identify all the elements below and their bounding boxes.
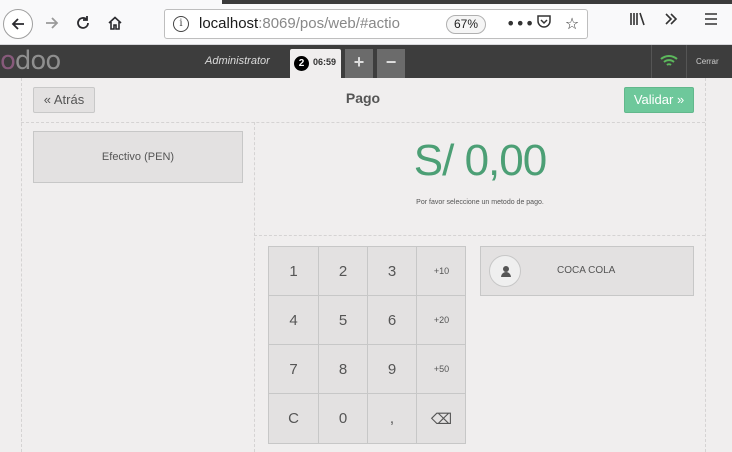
backspace-icon[interactable]: ⌫ xyxy=(417,394,466,443)
numpad-key-plus50[interactable]: +50 xyxy=(417,345,466,394)
forward-icon xyxy=(46,17,59,29)
customer-name: COCA COLA xyxy=(557,265,616,276)
pos-topbar: odoo Administrator 2 06:59 + − Cerrar xyxy=(0,45,732,78)
validate-button[interactable]: Validar » xyxy=(624,87,694,113)
payment-hint: Por favor seleccione un metodo de pago. xyxy=(416,199,544,206)
divider xyxy=(705,78,706,452)
back-button[interactable]: « Atrás xyxy=(33,87,95,113)
delete-order-button[interactable]: − xyxy=(377,49,405,78)
divider xyxy=(686,45,687,78)
home-icon xyxy=(108,16,122,30)
numpad-key-4[interactable]: 4 xyxy=(269,296,319,345)
order-number-badge: 2 xyxy=(294,56,309,71)
numpad-key-comma[interactable]: , xyxy=(368,394,417,443)
url-path: :8069/pos/web/#actio xyxy=(258,15,400,32)
numpad-key-7[interactable]: 7 xyxy=(269,345,319,394)
numpad-key-0[interactable]: 0 xyxy=(319,394,368,443)
payment-screen: « Atrás Pago Validar » Efectivo (PEN) S/… xyxy=(0,78,732,452)
library-icon[interactable] xyxy=(627,11,649,33)
odoo-logo: odoo xyxy=(0,46,61,76)
numpad-key-8[interactable]: 8 xyxy=(319,345,368,394)
back-button[interactable] xyxy=(3,9,33,39)
star-icon[interactable]: ☆ xyxy=(561,13,583,35)
browser-toolbar: i localhost:8069/pos/web/#actio 67% ••• … xyxy=(0,0,732,45)
reload-icon xyxy=(77,16,89,29)
info-icon[interactable]: i xyxy=(173,16,189,32)
overflow-icon[interactable] xyxy=(660,11,682,33)
new-order-button[interactable]: + xyxy=(345,49,373,78)
numpad-key-plus10[interactable]: +10 xyxy=(417,247,466,296)
zoom-badge[interactable]: 67% xyxy=(446,15,486,34)
menu-icon[interactable] xyxy=(700,11,722,33)
wifi-icon xyxy=(660,53,678,72)
url-host: localhost xyxy=(199,15,259,32)
divider xyxy=(21,78,22,452)
numpad-key-3[interactable]: 3 xyxy=(368,247,417,296)
tab-strip-edge xyxy=(222,0,732,4)
numpad: 1 2 3 +10 4 5 6 +20 7 8 9 +50 C 0 , ⌫ xyxy=(268,246,466,444)
numpad-key-clear[interactable]: C xyxy=(269,394,319,443)
page-title: Pago xyxy=(345,90,381,106)
divider xyxy=(254,235,705,236)
divider xyxy=(21,122,705,123)
order-time: 06:59 xyxy=(313,57,337,67)
payment-method-cash[interactable]: Efectivo (PEN) xyxy=(33,131,243,183)
reload-button[interactable] xyxy=(68,8,98,38)
total-amount: S/ 0,00 xyxy=(413,136,547,185)
more-icon[interactable]: ••• xyxy=(506,13,534,35)
home-button[interactable] xyxy=(100,8,130,38)
numpad-key-6[interactable]: 6 xyxy=(368,296,417,345)
user-icon xyxy=(489,255,521,287)
divider xyxy=(651,45,652,78)
customer-button[interactable]: COCA COLA xyxy=(480,246,694,296)
user-name[interactable]: Administrator xyxy=(205,55,270,67)
numpad-key-1[interactable]: 1 xyxy=(269,247,319,296)
numpad-key-2[interactable]: 2 xyxy=(319,247,368,296)
back-icon xyxy=(11,18,24,30)
url-text[interactable]: localhost:8069/pos/web/#actio xyxy=(199,15,437,32)
forward-button[interactable] xyxy=(37,8,67,38)
numpad-key-5[interactable]: 5 xyxy=(319,296,368,345)
numpad-key-plus20[interactable]: +20 xyxy=(417,296,466,345)
pocket-icon[interactable] xyxy=(533,13,555,35)
numpad-key-9[interactable]: 9 xyxy=(368,345,417,394)
order-tab[interactable]: 2 06:59 xyxy=(290,49,341,78)
close-button[interactable]: Cerrar xyxy=(696,57,719,66)
url-bar[interactable]: i localhost:8069/pos/web/#actio 67% ••• … xyxy=(164,9,588,39)
